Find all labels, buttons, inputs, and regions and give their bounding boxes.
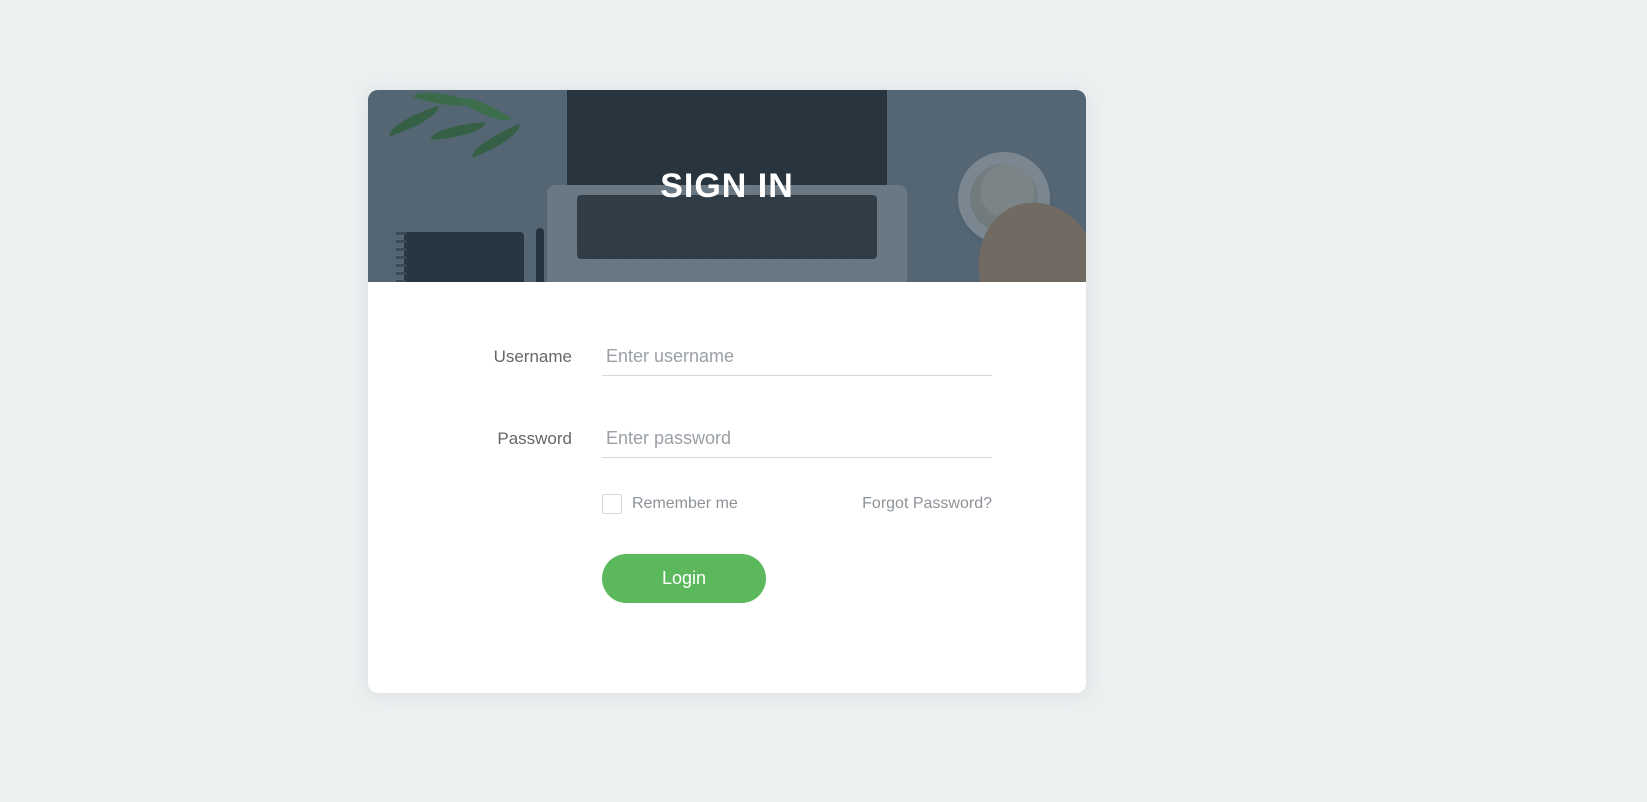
username-input[interactable]: [602, 338, 992, 376]
card-body: Username Password Remember me Forgot Pas…: [368, 282, 1086, 693]
login-button[interactable]: Login: [602, 554, 766, 603]
remember-me-checkbox[interactable]: [602, 494, 622, 514]
page-title: SIGN IN: [660, 167, 794, 206]
password-label: Password: [462, 429, 572, 449]
options-row: Remember me Forgot Password?: [602, 494, 992, 514]
remember-me-label: Remember me: [632, 495, 738, 513]
forgot-password-link[interactable]: Forgot Password?: [862, 495, 992, 513]
signin-card: SIGN IN Username Password Remember me Fo…: [368, 90, 1086, 693]
password-row: Password: [462, 420, 992, 458]
remember-me-group: Remember me: [602, 494, 738, 514]
username-label: Username: [462, 347, 572, 367]
username-row: Username: [462, 338, 992, 376]
password-input[interactable]: [602, 420, 992, 458]
card-header: SIGN IN: [368, 90, 1086, 282]
